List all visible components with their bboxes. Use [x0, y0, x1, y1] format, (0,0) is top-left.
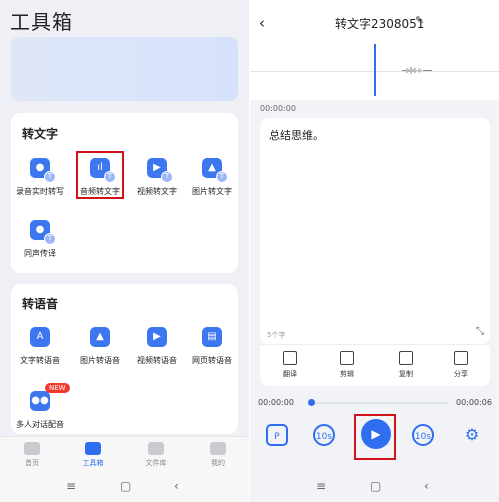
copy-icon — [399, 351, 413, 365]
subtitle-icon[interactable]: P — [266, 424, 288, 446]
duration: 00:00:06 — [456, 398, 492, 407]
header: ‹ 转文字2308051 ✎ — [250, 0, 499, 100]
section-title: 转语音 — [22, 297, 59, 311]
transcript-text[interactable]: 总结思维。 — [269, 127, 324, 143]
action-bar: 翻译 剪辑 复制 分享 — [260, 344, 490, 386]
home-icon — [24, 442, 40, 455]
segment-timestamp: 00:00:00 — [260, 104, 296, 113]
translate-icon — [283, 351, 297, 365]
tab-file-library[interactable]: 文件库 — [131, 440, 181, 468]
share-button[interactable]: 分享 — [441, 351, 481, 379]
people-icon: ●● — [30, 391, 50, 411]
rewind-10s-button[interactable]: 10s — [313, 424, 335, 446]
toolbox-screen: 工具箱 转文字 ● T 录音实时转写 ıl T 音频转文字 ▶ T 视频转文字 ▲ T … — [0, 0, 249, 502]
expand-icon[interactable]: ⤡ — [476, 326, 484, 337]
forward-10s-button[interactable]: 10s — [412, 424, 434, 446]
highlight-box — [354, 414, 396, 460]
profile-icon — [210, 442, 226, 455]
tool-image-to-speech[interactable]: ▲ 图片转语音 — [72, 327, 128, 366]
back-nav-button[interactable]: ‹ — [424, 479, 429, 493]
copy-button[interactable]: 复制 — [386, 351, 426, 379]
tab-home[interactable]: 首页 — [7, 440, 57, 468]
tool-video-to-text[interactable]: ▶ T 视频转文字 — [129, 158, 185, 197]
cut-button[interactable]: 剪辑 — [327, 351, 367, 379]
page-title: 工具箱 — [10, 10, 73, 34]
tool-simultaneous-interpretation[interactable]: ● T 同声传译 — [12, 220, 68, 259]
tool-video-to-speech[interactable]: ▶ 视频转语音 — [129, 327, 185, 366]
tool-multi-dialogue-dubbing[interactable]: ●● 多人对话配音 — [12, 391, 68, 430]
tool-image-to-text[interactable]: ▲ T 图片转文字 — [184, 158, 240, 197]
back-icon[interactable]: ‹ — [259, 14, 265, 32]
tool-webpage-to-speech[interactable]: ▤ 网页转语音 — [184, 327, 240, 366]
waveform-icon — [402, 67, 432, 74]
current-time: 00:00:00 — [258, 398, 294, 407]
video-icon: ▶ T — [147, 158, 173, 183]
progress-thumb[interactable] — [308, 399, 315, 406]
bottom-tab-bar: 首页 工具箱 文件库 我的 — [0, 436, 249, 473]
tool-text-to-speech[interactable]: A 文字转语音 — [12, 327, 68, 366]
microphone-icon: ● T — [30, 158, 56, 183]
system-nav-bar: ≡ ▢ ‹ — [0, 473, 249, 502]
share-icon — [454, 351, 468, 365]
banner[interactable] — [11, 37, 238, 101]
speed-settings-icon[interactable]: ⚙ — [461, 424, 483, 446]
progress-track[interactable] — [308, 402, 449, 404]
char-count: 5个字 — [267, 331, 286, 339]
tab-toolbox[interactable]: 工具箱 — [68, 440, 118, 468]
playhead-cursor[interactable] — [374, 44, 376, 96]
video-icon: ▶ — [147, 327, 167, 347]
system-nav-bar: ≡ ▢ ‹ — [250, 473, 499, 502]
transcript-card[interactable]: 总结思维。 5个字 ⤡ — [260, 118, 490, 344]
section-title: 转文字 — [22, 127, 59, 141]
person-translate-icon: ● T — [30, 220, 56, 245]
page-title: 转文字2308051 — [335, 17, 425, 31]
edit-pencil-icon[interactable]: ✎ — [415, 14, 424, 27]
cut-icon — [340, 351, 354, 365]
webpage-icon: ▤ — [202, 327, 222, 347]
tab-mine[interactable]: 我的 — [193, 440, 243, 468]
image-icon: ▲ — [90, 327, 110, 347]
folder-icon — [148, 442, 164, 455]
tool-live-transcribe[interactable]: ● T 录音实时转写 — [12, 158, 68, 197]
home-nav-button[interactable]: ▢ — [370, 479, 381, 493]
new-badge: NEW — [45, 383, 70, 393]
back-nav-button[interactable]: ‹ — [174, 479, 179, 493]
menu-nav-button[interactable]: ≡ — [316, 479, 326, 493]
home-nav-button[interactable]: ▢ — [120, 479, 131, 493]
transcript-screen: ‹ 转文字2308051 ✎ 00:00:00 总结思维。 5个字 ⤡ 翻译 剪… — [250, 0, 499, 502]
image-icon: ▲ T — [202, 158, 228, 183]
text-a-icon: A — [30, 327, 50, 347]
toolbox-icon — [85, 442, 101, 455]
menu-nav-button[interactable]: ≡ — [66, 479, 76, 493]
highlight-box — [76, 151, 124, 199]
translate-button[interactable]: 翻译 — [270, 351, 310, 379]
